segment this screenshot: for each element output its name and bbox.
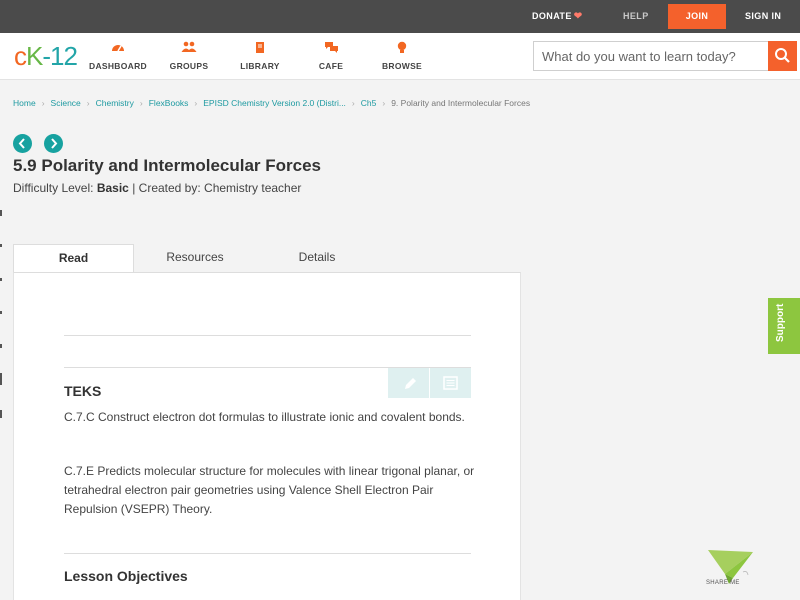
lesson-tabs: Read Resources Details: [13, 244, 520, 273]
notes-button[interactable]: [430, 368, 471, 398]
ck12-logo[interactable]: cK-12: [14, 41, 78, 71]
breadcrumb-home[interactable]: Home: [13, 98, 36, 108]
library-icon: [225, 41, 295, 57]
donate-label: DONATE: [532, 11, 572, 21]
notes-icon: [443, 376, 458, 390]
lightbulb-icon: [367, 41, 437, 57]
pencil-icon: [405, 378, 416, 389]
annotation-tools: [388, 368, 471, 398]
breadcrumb: Home › Science › Chemistry › FlexBooks › EPISD C…: [13, 98, 530, 108]
join-button[interactable]: JOIN: [668, 4, 726, 29]
search-box: [533, 41, 797, 71]
previous-lesson-button[interactable]: [13, 134, 32, 153]
edge-mark: [0, 210, 2, 216]
nav-groups-label: GROUPS: [169, 61, 209, 71]
chevron-right-icon: ›: [41, 98, 45, 108]
tab-read[interactable]: Read: [13, 244, 134, 273]
chevron-right-icon: ›: [86, 98, 90, 108]
breadcrumb-chemistry[interactable]: Chemistry: [96, 98, 134, 108]
signin-link[interactable]: SIGN IN: [745, 0, 781, 33]
search-icon: [775, 48, 790, 63]
chat-bubbles-icon: [296, 41, 366, 57]
chevron-right-icon: [51, 138, 58, 149]
top-bar: DONATE ❤ HELP JOIN SIGN IN: [0, 0, 800, 33]
nav-cafe[interactable]: CAFE: [296, 41, 366, 71]
teks-heading: TEKS: [64, 383, 102, 399]
support-label: Support: [775, 303, 786, 342]
breadcrumb-current: 9. Polarity and Intermolecular Forces: [391, 98, 531, 108]
nav-dashboard-label: DASHBOARD: [89, 61, 147, 71]
breadcrumb-book[interactable]: EPISD Chemistry Version 2.0 (Distri...: [203, 98, 346, 108]
chevron-right-icon: ›: [351, 98, 355, 108]
edge-mark: [0, 278, 2, 281]
nav-library-label: LIBRARY: [240, 61, 280, 71]
search-button[interactable]: [768, 41, 797, 71]
edge-mark: [0, 410, 2, 418]
lesson-meta: Difficulty Level: Basic | Created by: Ch…: [13, 181, 301, 195]
chevron-right-icon: ›: [139, 98, 143, 108]
teks-paragraph-1: C.7.C Construct electron dot formulas to…: [64, 410, 465, 424]
tab-details[interactable]: Details: [256, 244, 378, 273]
share-label: SHARE ME: [706, 580, 740, 586]
edit-button[interactable]: [388, 368, 429, 398]
edge-mark: [0, 344, 2, 348]
chevron-left-icon: [18, 138, 25, 149]
nav-browse-label: BROWSE: [381, 61, 423, 71]
breadcrumb-science[interactable]: Science: [51, 98, 81, 108]
nav-browse[interactable]: BROWSE: [367, 41, 437, 71]
divider: [64, 335, 471, 336]
help-link[interactable]: HELP: [623, 0, 649, 33]
logo-part-c: c: [14, 41, 27, 71]
chevron-right-icon: ›: [382, 98, 386, 108]
logo-part-12: -12: [42, 41, 78, 71]
nav-library[interactable]: LIBRARY: [225, 41, 295, 71]
search-input[interactable]: [534, 42, 769, 70]
groups-icon: [154, 41, 224, 57]
page-title: 5.9 Polarity and Intermolecular Forces: [13, 156, 322, 175]
read-panel: TEKS C.7.C Construct electron dot formul…: [13, 272, 521, 600]
edge-mark: [0, 244, 2, 247]
donate-link[interactable]: DONATE ❤: [532, 0, 583, 33]
dashboard-icon: [83, 41, 153, 57]
teks-paragraph-2: C.7.E Predicts molecular structure for m…: [64, 464, 475, 516]
support-tab[interactable]: Support: [768, 298, 800, 354]
nav-cafe-label: CAFE: [318, 61, 344, 71]
divider: [64, 553, 471, 554]
logo-part-k: K: [26, 41, 43, 71]
edge-mark: [0, 311, 2, 314]
edge-mark: [0, 373, 2, 385]
breadcrumb-chapter[interactable]: Ch5: [361, 98, 377, 108]
created-by: | Created by: Chemistry teacher: [132, 181, 302, 195]
nav-groups[interactable]: GROUPS: [154, 41, 224, 71]
heart-icon: ❤: [573, 11, 583, 22]
tab-resources[interactable]: Resources: [134, 244, 256, 273]
breadcrumb-flexbooks[interactable]: FlexBooks: [149, 98, 189, 108]
difficulty-label: Difficulty Level:: [13, 181, 94, 195]
lesson-objectives-heading: Lesson Objectives: [64, 568, 188, 584]
chevron-right-icon: ›: [194, 98, 198, 108]
next-lesson-button[interactable]: [44, 134, 63, 153]
difficulty-value: Basic: [96, 181, 129, 195]
nav-dashboard[interactable]: DASHBOARD: [83, 41, 153, 71]
